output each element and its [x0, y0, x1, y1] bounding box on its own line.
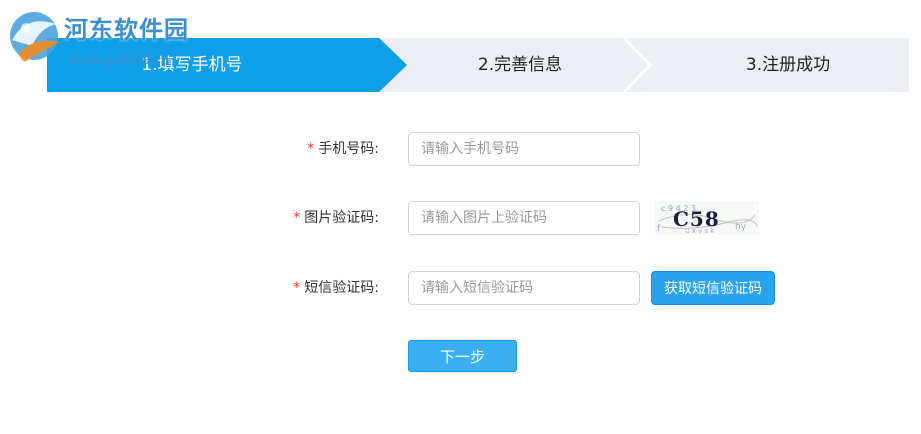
step-2-label: 2.完善信息 — [477, 55, 563, 75]
step-3-label: 3.注册成功 — [745, 55, 831, 75]
next-step-button[interactable]: 下一步 — [408, 340, 517, 372]
watermark-title: 河东软件园 — [64, 15, 189, 44]
required-mark: * — [293, 280, 301, 296]
captcha-row: *图片验证码: c 9 4 2 3 f hy u x v s k C58 — [0, 201, 921, 237]
captcha-image[interactable]: c 9 4 2 3 f hy u x v s k C58 — [655, 201, 759, 235]
captcha-label-text: 图片验证码: — [304, 210, 379, 226]
captcha-text: C58 — [673, 207, 720, 231]
required-mark: * — [307, 141, 315, 157]
sms-label: * 短信验证码: — [293, 271, 379, 305]
captcha-label: * 图片验证码: — [293, 201, 379, 235]
phone-row: * 手机号码: — [0, 132, 921, 168]
watermark-url: www.pc0359.cn — [70, 52, 170, 68]
sms-label-text: 短信验证码: — [304, 280, 379, 296]
phone-label-text: 手机号码: — [318, 141, 379, 157]
step-separator-chevron-icon — [622, 38, 652, 92]
required-mark: * — [293, 210, 301, 226]
sms-code-input[interactable] — [408, 271, 640, 305]
phone-input[interactable] — [408, 132, 640, 166]
phone-label: * 手机号码: — [307, 132, 379, 166]
watermark: 河东软件园 www.pc0359.cn — [4, 6, 204, 76]
captcha-input[interactable] — [408, 201, 640, 235]
hedong-logo-icon — [10, 12, 60, 62]
get-sms-code-button[interactable]: 获取短信验证码 — [651, 271, 775, 305]
step-3-register-success: 3.注册成功 — [667, 38, 909, 92]
register-page: 1.填写手机号 2.完善信息 3.注册成功 河东软件园 www.pc0359.c… — [0, 0, 921, 434]
sms-row: *短信验证码: 获取短信验证码 — [0, 271, 921, 307]
